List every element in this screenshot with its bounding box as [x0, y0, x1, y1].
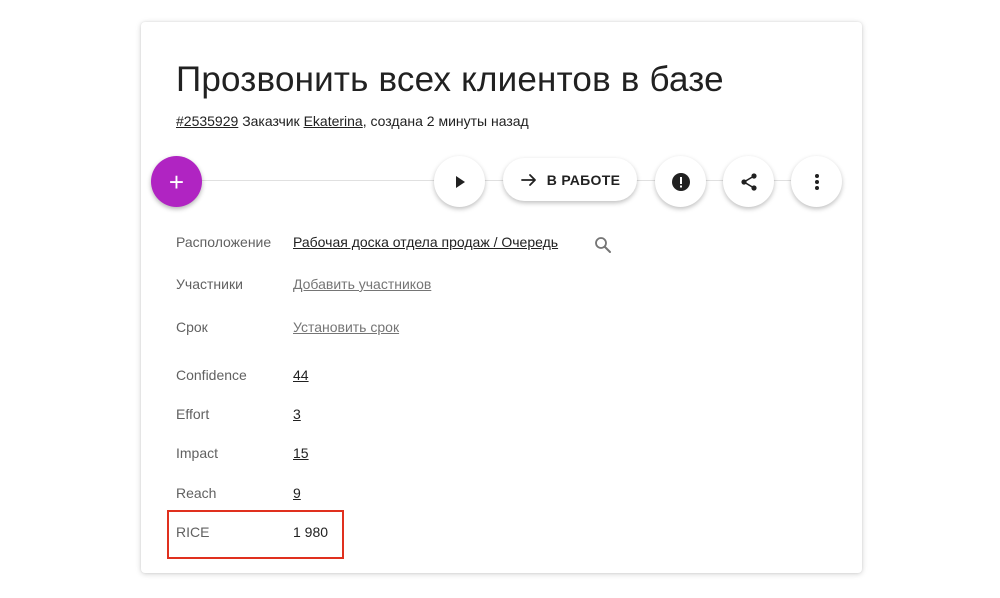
set-deadline-link[interactable]: Установить срок [293, 319, 399, 335]
field-label: Confidence [176, 367, 247, 383]
task-title: Прозвонить всех клиентов в базе [176, 60, 724, 99]
task-meta: #2535929 Заказчик Ekaterina, создана 2 м… [176, 113, 529, 129]
alert-button[interactable] [655, 156, 706, 207]
field-label: Расположение [176, 234, 272, 250]
field-label: Reach [176, 485, 217, 501]
field-label: Impact [176, 445, 219, 461]
play-icon [455, 175, 465, 188]
add-button[interactable]: + [151, 156, 202, 207]
task-id-link[interactable]: #2535929 [176, 113, 238, 129]
reach-value[interactable]: 9 [293, 485, 301, 501]
created-text: , создана 2 минуты назад [362, 113, 529, 129]
add-members-link[interactable]: Добавить участников [293, 276, 431, 292]
arrow-right-icon [520, 173, 536, 186]
field-label: Effort [176, 406, 210, 422]
field-label: Срок [176, 319, 208, 335]
task-card: Прозвонить всех клиентов в базе #2535929… [141, 22, 862, 573]
field-label: Участники [176, 276, 243, 292]
more-vert-icon [814, 173, 819, 190]
location-link[interactable]: Рабочая доска отдела продаж / Очередь [293, 234, 558, 250]
more-button[interactable] [791, 156, 842, 207]
alert-icon [671, 172, 690, 191]
customer-prefix: Заказчик [242, 113, 300, 129]
effort-value[interactable]: 3 [293, 406, 301, 422]
play-button[interactable] [434, 156, 485, 207]
rice-highlight-box [167, 510, 344, 559]
status-label: В РАБОТЕ [546, 171, 621, 188]
impact-value[interactable]: 15 [293, 445, 309, 461]
customer-link[interactable]: Ekaterina [304, 113, 363, 129]
share-button[interactable] [723, 156, 774, 207]
share-icon [740, 172, 757, 191]
status-button[interactable]: В РАБОТЕ [503, 158, 637, 201]
search-icon[interactable] [594, 236, 612, 254]
confidence-value[interactable]: 44 [293, 367, 309, 383]
